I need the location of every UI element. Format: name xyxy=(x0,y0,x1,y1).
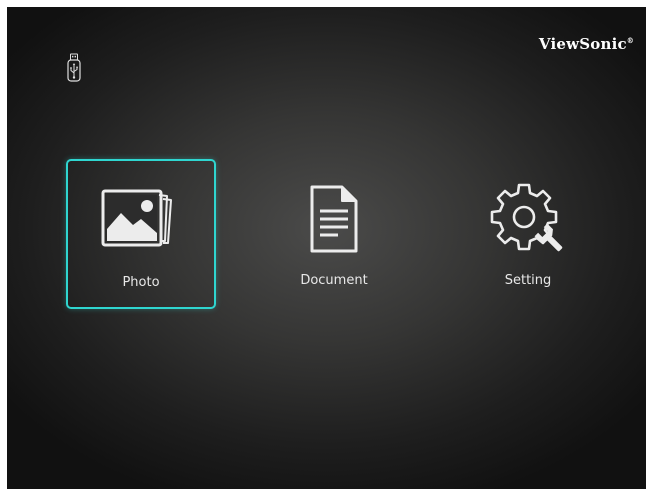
gear-wrench-icon xyxy=(490,183,563,252)
menu-item-document-label: Document xyxy=(300,273,368,288)
media-player-home-screen: ViewSonic® Photo Document Setting xyxy=(7,7,646,489)
usb-drive-icon xyxy=(67,53,81,82)
document-icon xyxy=(310,185,358,253)
menu-item-setting[interactable]: Setting xyxy=(453,159,603,309)
menu-item-document[interactable]: Document xyxy=(259,159,409,309)
menu-item-photo-label: Photo xyxy=(122,275,160,290)
viewsonic-logo: ViewSonic® xyxy=(539,35,634,53)
brand-trademark: ® xyxy=(626,36,634,45)
brand-logo-text: ViewSonic xyxy=(538,35,627,53)
menu-item-setting-label: Setting xyxy=(504,273,552,288)
menu-item-photo[interactable]: Photo xyxy=(66,159,216,309)
photo-gallery-icon xyxy=(101,189,172,247)
